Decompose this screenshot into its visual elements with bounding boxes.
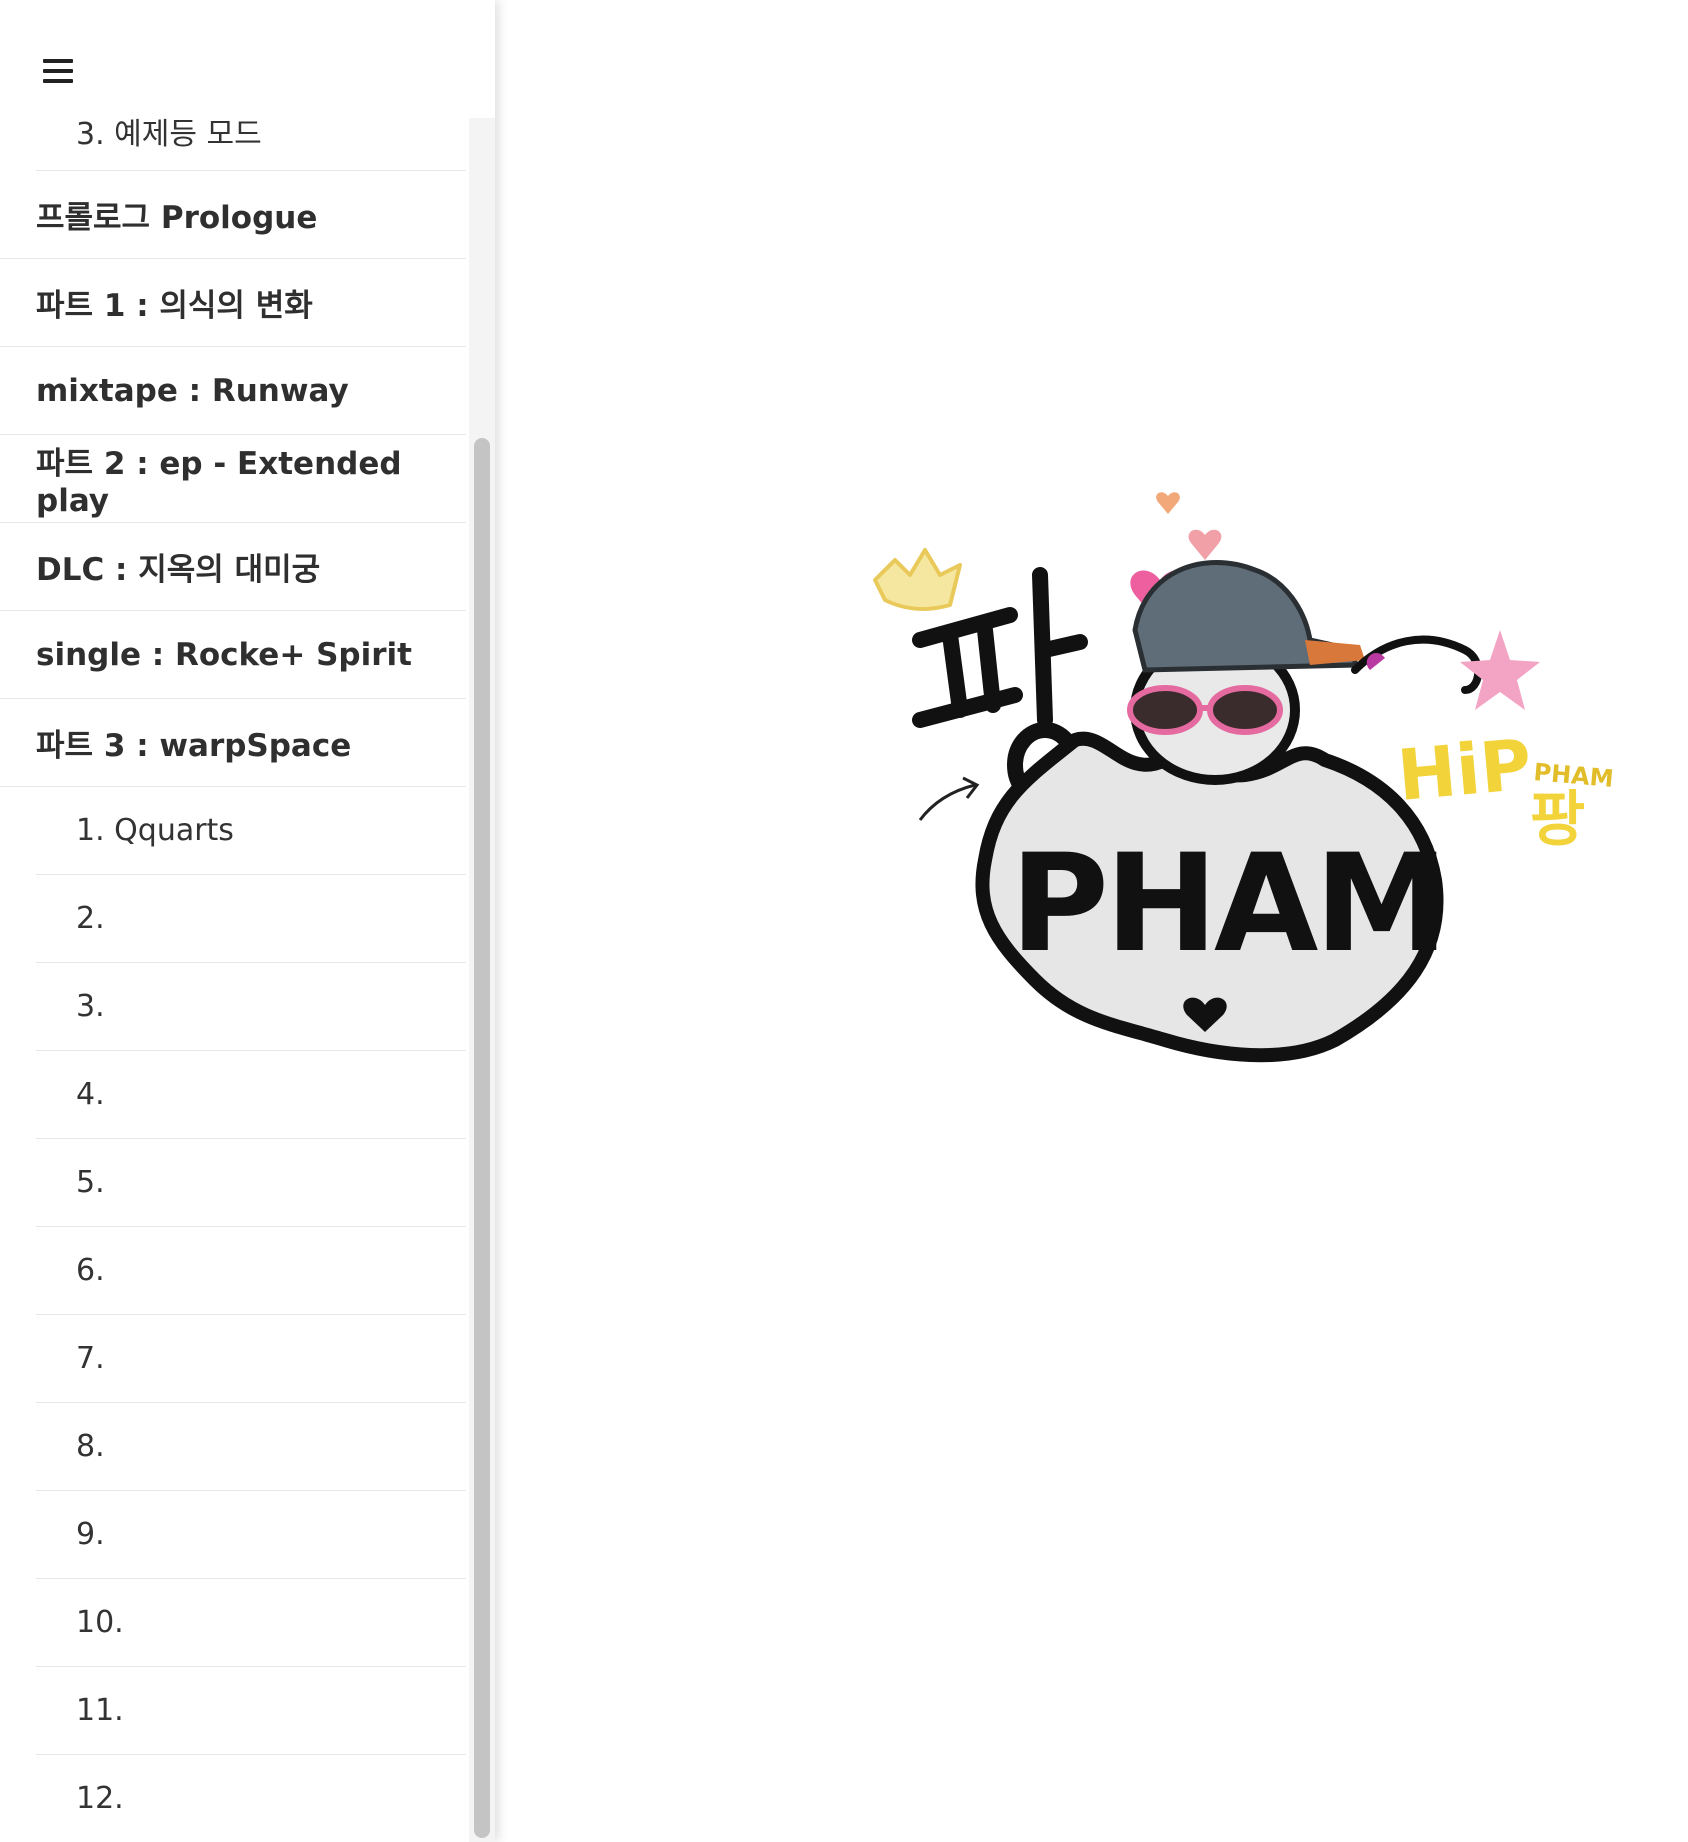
crown-icon [873,548,962,611]
page: 3. 예제등 모드 프롤로그 Prologue 파트 1 : 의식의 변화 mi… [0,0,1688,1842]
sidebar-item-part3[interactable]: 파트 3 : warpSpace [0,699,466,787]
sidebar-subitem-1[interactable]: 1. Qquarts [36,787,466,875]
sidebar-item-part2[interactable]: 파트 2 : ep - Extended play [0,435,466,523]
sidebar-subitem-8[interactable]: 8. [36,1403,466,1491]
sidebar-subitem-12[interactable]: 12. [36,1755,466,1842]
star-icon [1460,630,1540,710]
sidebar-subitem-6[interactable]: 6. [36,1227,466,1315]
sidebar: 3. 예제등 모드 프롤로그 Prologue 파트 1 : 의식의 변화 mi… [0,0,495,1842]
sidebar-subitem-4[interactable]: 4. [36,1051,466,1139]
sidebar-subitem-10[interactable]: 10. [36,1579,466,1667]
sidebar-item-single[interactable]: single : Rocke+ Spirit [0,611,466,699]
logo-hip-text: HiP [1394,724,1535,817]
sidebar-subitem-9[interactable]: 9. [36,1491,466,1579]
sidebar-subitem-7[interactable]: 7. [36,1315,466,1403]
sidebar-item-dlc[interactable]: DLC : 지옥의 대미궁 [0,523,466,611]
sidebar-scrollbar-thumb[interactable] [474,438,490,1838]
pham-logo: PHAM HiP PHAM 팡 [865,480,1625,1080]
character-head [1127,560,1365,785]
arrow-icon [918,776,980,821]
hamburger-menu-icon[interactable] [43,56,73,86]
sidebar-subitem-2[interactable]: 2. [36,875,466,963]
sidebar-item-prologue[interactable]: 프롤로그 Prologue [0,171,466,259]
sidebar-subitem-3[interactable]: 3. [36,963,466,1051]
sidebar-item-mixtape[interactable]: mixtape : Runway [0,347,466,435]
sidebar-header [0,0,495,118]
sidebar-subitem-11[interactable]: 11. [36,1667,466,1755]
sidebar-nav: 3. 예제등 모드 프롤로그 Prologue 파트 1 : 의식의 변화 mi… [0,83,466,1842]
logo-pang-small-text: 팡 [1530,785,1585,855]
logo-pham-text: PHAM [1010,825,1445,982]
sidebar-item-part1[interactable]: 파트 1 : 의식의 변화 [0,259,466,347]
sidebar-subitem-5[interactable]: 5. [36,1139,466,1227]
pham-logo-graphic: PHAM HiP PHAM 팡 [873,492,1615,1063]
